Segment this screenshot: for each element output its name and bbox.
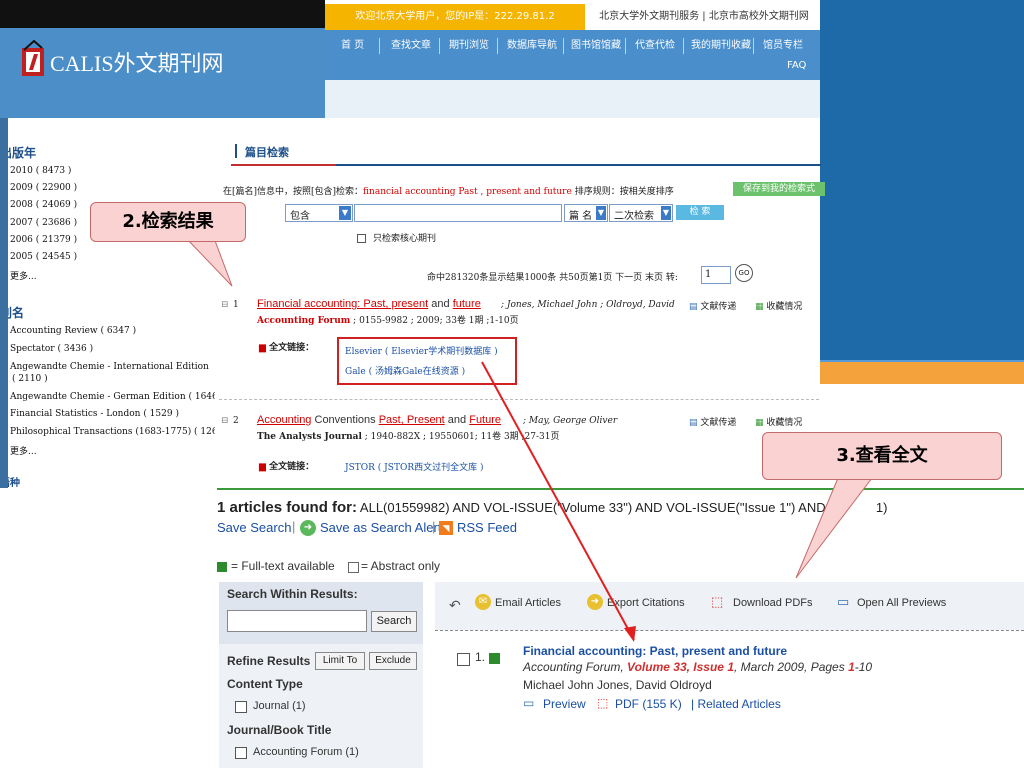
arrow-head	[624, 626, 636, 642]
arrow-line	[481, 361, 635, 641]
callout-fulltext-pointer	[795, 477, 874, 579]
callout-view-fulltext: 3.查看全文	[762, 432, 1002, 480]
annotation-overlay	[184, 237, 874, 642]
callout-search-result: 2.检索结果	[90, 202, 246, 242]
callout-result-pointer	[184, 237, 233, 287]
